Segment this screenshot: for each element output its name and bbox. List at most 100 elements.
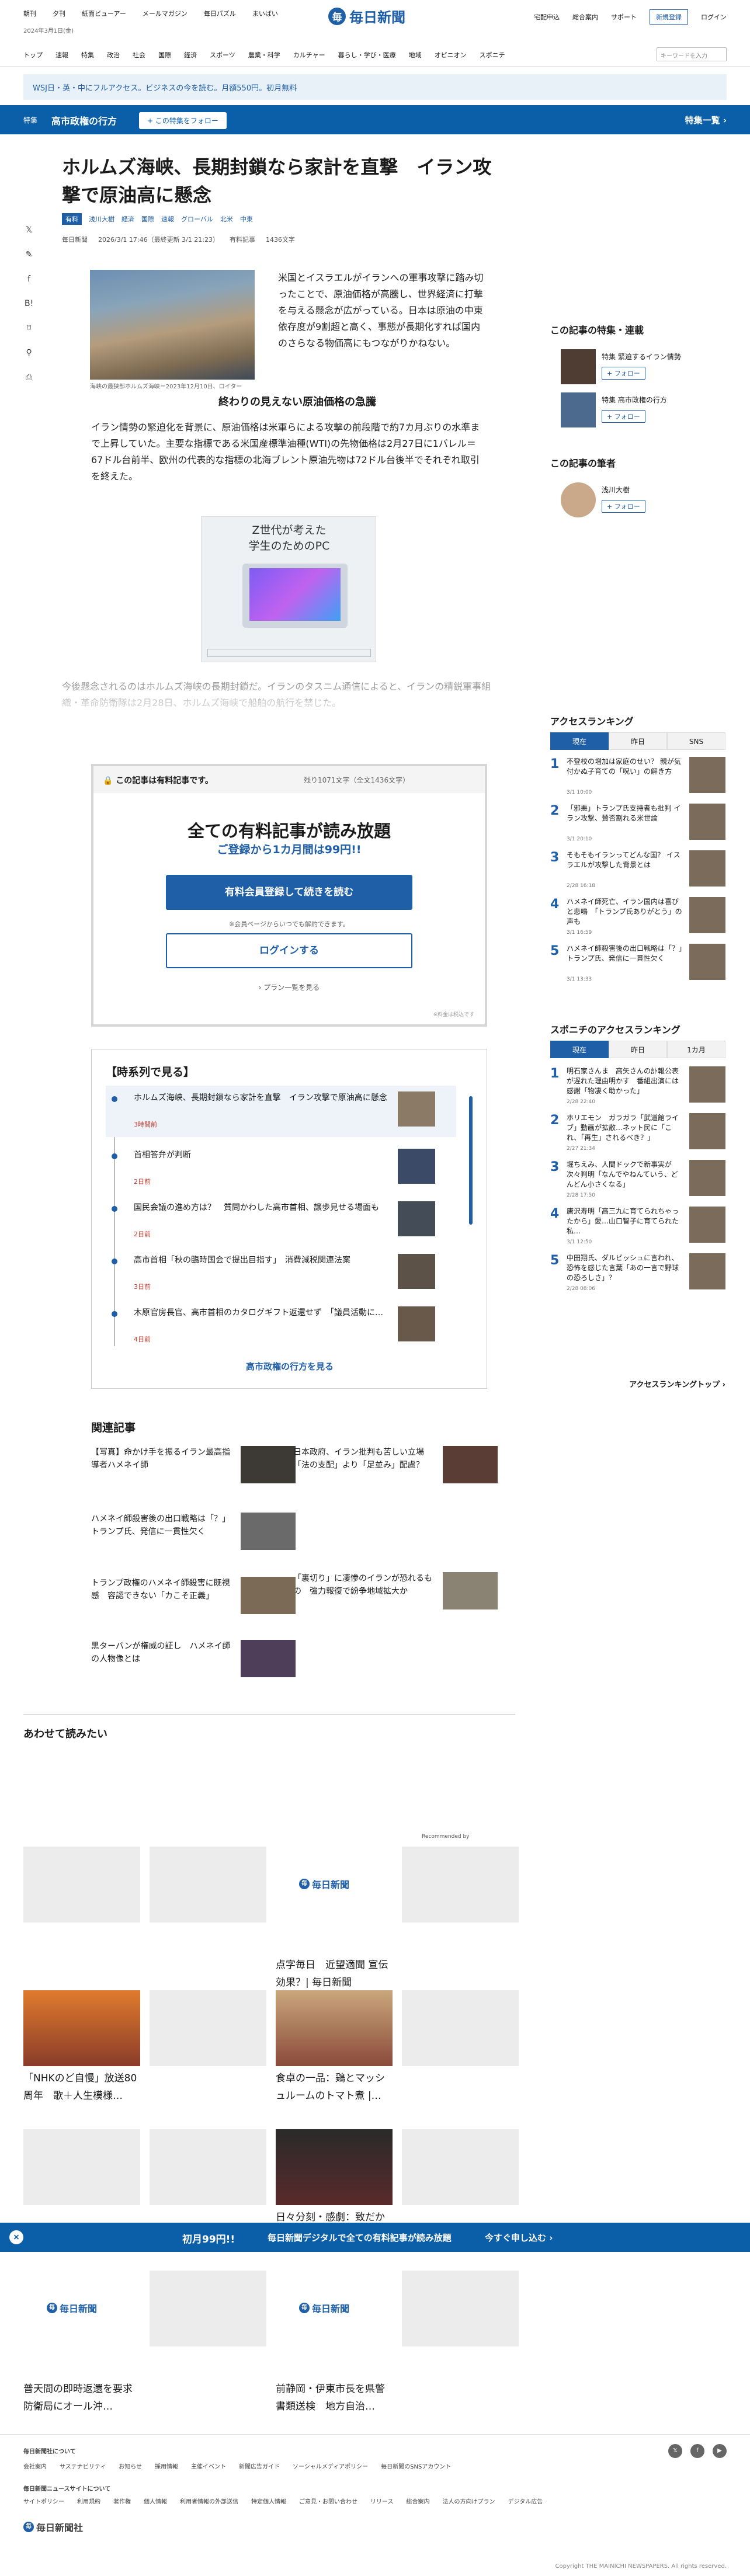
ranking-item[interactable]: 4 ハメネイ師死亡、イラン国内は喜びと悲鳴 「トランプ氏ありがとう」の声も 3/1 … (550, 897, 725, 939)
tab-yesterday[interactable]: 昨日 (609, 732, 667, 750)
link-icon[interactable]: ⚲ (26, 348, 32, 357)
ranking-item[interactable]: 2 「邪悪」トランプ氏支持者も批判 イラン攻撃、賛否割れる米世論 3/1 20:10 (550, 804, 725, 846)
follow-button[interactable]: + フォロー (602, 500, 645, 513)
related-item[interactable]: 黒ターバンが権威の証し ハメネイ師の人物像とは (91, 1640, 296, 1692)
recommend-card[interactable]: 毎毎日新聞 普天間の即時返還を要求 防衛局にオール沖… (23, 2271, 143, 2415)
article-photo[interactable] (90, 270, 255, 380)
promo-cta[interactable]: 今すぐ申し込む › (485, 2231, 553, 2244)
footer-link[interactable]: お知らせ (119, 2462, 142, 2470)
nav-item[interactable]: スポニチ (480, 50, 505, 60)
recommend-card[interactable] (23, 2129, 140, 2209)
youtube-icon[interactable]: ▶ (713, 2444, 727, 2458)
nav-item[interactable]: トップ (23, 50, 43, 60)
footer-link[interactable]: デジタル広告 (508, 2497, 543, 2505)
tab-month[interactable]: 1カ月 (667, 1041, 725, 1058)
plan-list-link[interactable]: › プラン一覧を見る (93, 982, 485, 992)
register-button[interactable]: 新規登録 (650, 9, 688, 25)
ranking-more-link[interactable]: アクセスランキングトップ › (550, 1378, 725, 1389)
nav-item[interactable]: スポーツ (210, 50, 235, 60)
nav-item[interactable]: 社会 (133, 50, 145, 60)
footer-link[interactable]: ソーシャルメディアポリシー (293, 2462, 368, 2470)
recommend-card[interactable]: 食卓の一品：鶏とマッシュルームのトマト煮 |… (276, 1990, 393, 2105)
footer-link[interactable]: 法人の方向けプラン (443, 2497, 495, 2505)
related-item[interactable]: 日本政府、イラン批判も苦しい立場 「法の支配」より「足並み」配慮？ (293, 1446, 498, 1499)
related-item[interactable]: 「裏切り」に凄惨のイランが恐れるもの 強力報復で紛争地域拡大か (293, 1572, 498, 1625)
feature-list-link[interactable]: 特集一覧 › (685, 114, 727, 126)
feature-title[interactable]: 高市政権の行方 (51, 113, 117, 127)
footer-link[interactable]: 主催イベント (191, 2462, 226, 2470)
ranking-item[interactable]: 2 ホリエモン ガラガラ「武道館ライブ」動画が拡散…ネット民に「これ、「再生」され… (550, 1113, 725, 1155)
tag-economy[interactable]: 経済 (121, 214, 134, 224)
link-delivery[interactable]: 宅配申込 (534, 12, 560, 22)
link-mail[interactable]: メールマガジン (143, 9, 188, 18)
recommend-card[interactable] (402, 1847, 519, 1926)
sidebar-feature[interactable]: 特集 緊迫するイラン情勢 + フォロー (561, 349, 724, 384)
ranking-item[interactable]: 3 そもそもイランってどんな国？ イスラエルが攻撃した背景とは 2/28 16:18 (550, 850, 725, 892)
nav-item[interactable]: 政治 (107, 50, 120, 60)
footer-link[interactable]: 利用規約 (77, 2497, 100, 2505)
subscribe-button[interactable]: 有料会員登録して続きを読む (166, 875, 412, 910)
ranking-item[interactable]: 4 唐沢寿明「高三九に育てられちゃったから」愛…山口智子に育てられた私… 3/1 1… (550, 1207, 725, 1249)
x-share-icon[interactable]: 𝕏 (26, 225, 32, 235)
tag-north-america[interactable]: 北米 (220, 214, 233, 224)
recommend-card[interactable]: 「NHKのど自慢」放送80周年 歌＋人生模様… (23, 1990, 140, 2105)
footer-logo[interactable]: 毎 毎日新聞社 (23, 2520, 83, 2534)
timeline-item[interactable]: 高市首相「秋の臨時国会で提出目指す」 消費減税関連法案 3日前 (106, 1248, 456, 1299)
recommend-card[interactable]: 毎毎日新聞 前静岡・伊東市長を県警書類送検 地方自治… (276, 2271, 393, 2415)
footer-link[interactable]: リリース (370, 2497, 394, 2505)
feature-follow-button[interactable]: + この特集をフォロー (139, 112, 227, 129)
nav-item[interactable]: 暮らし・学び・医療 (338, 50, 396, 60)
tag-global[interactable]: グローバル (181, 214, 213, 224)
timeline-more-link[interactable]: 高市政権の行方を見る (92, 1360, 488, 1372)
search-input[interactable]: キーワードを入力 (657, 47, 727, 61)
related-item[interactable]: ハメネイ師殺害後の出口戦略は「？」 トランプ氏、発信に一貫性欠く (91, 1513, 296, 1565)
tab-current[interactable]: 現在 (550, 732, 609, 750)
footer-link[interactable]: 著作権 (113, 2497, 131, 2505)
nav-item[interactable]: 農業・科学 (248, 50, 280, 60)
author-tag[interactable]: 浅川大樹 (89, 214, 114, 224)
recommend-card[interactable] (402, 1990, 519, 2070)
x-icon[interactable]: 𝕏 (668, 2444, 682, 2458)
follow-button[interactable]: + フォロー (602, 410, 645, 423)
bookmark-icon[interactable]: ⌑ (27, 324, 31, 333)
ranking-item[interactable]: 5 ハメネイ師殺害後の出口戦略は「？」 トランプ氏、発信に一貫性欠く 3/1 13:… (550, 944, 725, 986)
footer-link[interactable]: 個人情報 (144, 2497, 167, 2505)
ranking-item[interactable]: 1 明石家さんま 高矢さんの訃報公表が遅れた理由明かす 番組出演には感謝「物凄く助… (550, 1066, 725, 1108)
nav-item[interactable]: 地域 (409, 50, 422, 60)
sidebar-feature[interactable]: 特集 高市政権の行方 + フォロー (561, 392, 724, 427)
link-support[interactable]: サポート (611, 12, 637, 22)
tab-sns[interactable]: SNS (667, 732, 725, 750)
hatena-icon[interactable]: B! (25, 299, 33, 308)
timeline-scrollbar[interactable] (469, 1096, 473, 1225)
print-icon[interactable]: ⎙ (26, 373, 32, 382)
timeline-item[interactable]: 木原官房長官、高市首相のカタログギフト返還せず 「議員活動に… 4日前 (106, 1301, 456, 1352)
link-guide[interactable]: 総合案内 (572, 12, 598, 22)
footer-link[interactable]: 特定個人情報 (251, 2497, 286, 2505)
tab-yesterday[interactable]: 昨日 (609, 1041, 667, 1058)
tag-middle-east[interactable]: 中東 (240, 214, 253, 224)
recommend-card[interactable] (23, 1847, 140, 1926)
link-maibai[interactable]: まいばい (252, 9, 278, 18)
nav-item[interactable]: オピニオン (435, 50, 467, 60)
nav-item[interactable]: カルチャー (293, 50, 325, 60)
recommend-card[interactable]: 毎毎日新聞 点字毎日 近望適聞 宣伝効果？| 毎日新聞 (276, 1847, 393, 1991)
close-icon[interactable]: × (9, 2230, 23, 2244)
ranking-item[interactable]: 1 不登校の増加は家庭のせい？ 親が気付かぬ子育ての「呪い」の解き方 3/1 10:… (550, 757, 725, 799)
nav-item[interactable]: 国際 (158, 50, 171, 60)
timeline-item[interactable]: ホルムズ海峡、長期封鎖なら家計を直撃 イラン攻撃で原油高に懸念 3時間前 (106, 1086, 456, 1137)
login-link[interactable]: ログイン (701, 12, 727, 22)
footer-link[interactable]: 毎日新聞のSNSアカウント (381, 2462, 451, 2470)
ranking-item[interactable]: 3 堀ちえみ、人間ドックで新事実が次々判明「なんでやねんていう、どんどん小さくなる… (550, 1160, 725, 1202)
advertisement[interactable]: Z世代が考えた 学生のためのPC (201, 516, 376, 662)
link-morning[interactable]: 朝刊 (23, 9, 36, 18)
nav-item[interactable]: 速報 (55, 50, 68, 60)
tab-current[interactable]: 現在 (550, 1041, 609, 1058)
paywall-login-button[interactable]: ログインする (166, 933, 412, 968)
recommend-card[interactable] (402, 2271, 519, 2350)
ranking-item[interactable]: 5 中田翔氏、ダルビッシュに言われ、恐怖を感じた言葉「あの一言で野球の恐ろしさ」？… (550, 1253, 725, 1295)
footer-link[interactable]: ご意見・お問い合わせ (299, 2497, 357, 2505)
tag-world[interactable]: 国際 (141, 214, 154, 224)
recommend-card[interactable] (150, 2129, 266, 2209)
nav-item[interactable]: 経済 (184, 50, 197, 60)
wsj-banner[interactable]: WSJ日・英・中にフルアクセス。ビジネスの今を読む。月額550円。初月無料 (23, 74, 727, 100)
